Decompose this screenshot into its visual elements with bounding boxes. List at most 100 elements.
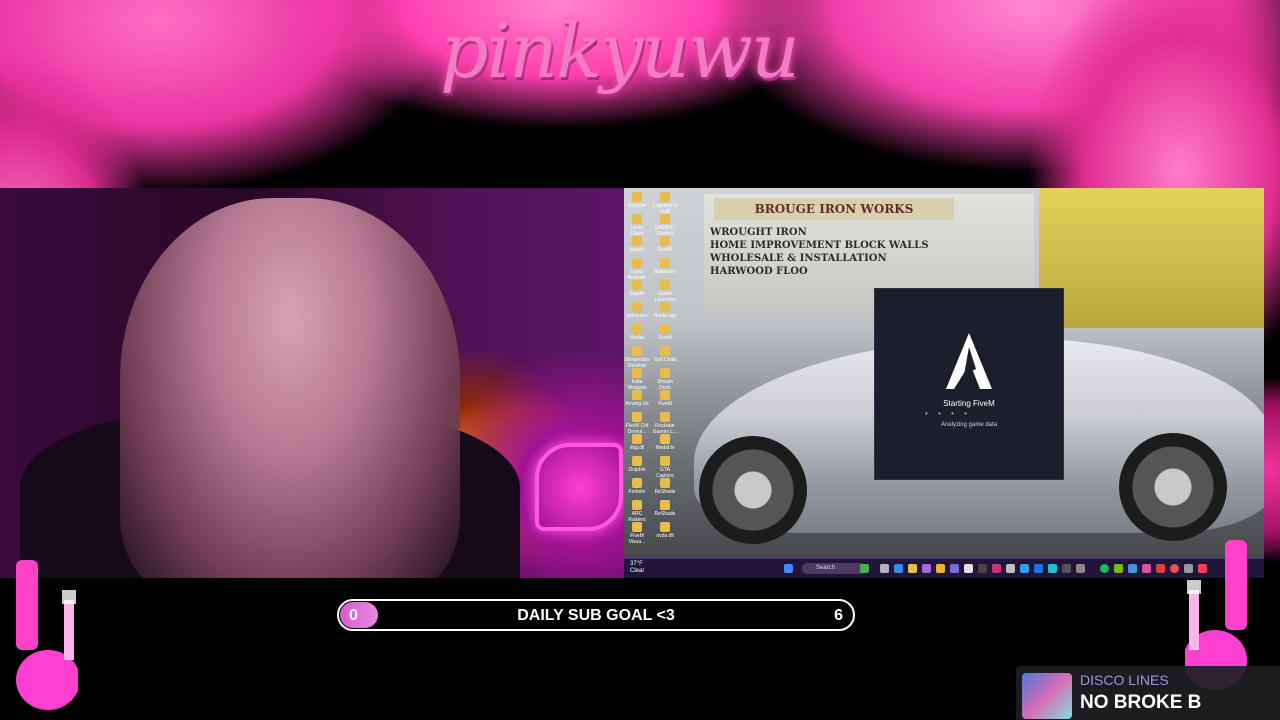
app-icon [660,434,670,444]
desktop-icon[interactable]: FiveM [652,236,678,253]
sub-goal-title: DAILY SUB GOAL <3 [517,607,675,624]
app-icon[interactable] [1048,564,1057,573]
desktop-icon[interactable]: Golf Chart [652,346,678,363]
desktop-icon-label: Medal.tv [655,445,675,451]
desktop-icon-label: FiveM Visua... [628,533,646,545]
fivem-logo-icon [946,333,992,389]
app-icon [660,500,670,510]
desktop-icon[interactable]: GTA Capture [652,456,678,479]
taskbar-search[interactable]: Search [802,563,866,574]
desktop-icon[interactable]: Spotify [624,236,650,253]
desktop-icon[interactable]: dsg.dll [624,434,650,451]
app-icon[interactable] [1156,564,1165,573]
desktop-icon[interactable]: ReShade [652,500,678,517]
desktop-icon[interactable]: FiveM Visua... [624,522,650,545]
app-icon[interactable] [1076,564,1085,573]
desktop-icon-label: Fortnite [628,489,646,495]
desktop-icon[interactable]: Stream Deck [652,368,678,391]
app-icon [660,456,670,466]
app-icon[interactable] [1062,564,1071,573]
desktop-icon[interactable]: Among Us [624,390,650,407]
chrome-icon[interactable] [936,564,945,573]
desktop-icon[interactable]: pinkyuwu [624,302,650,319]
start-icon[interactable] [784,564,793,573]
desktop-icon-label: Spotify [629,247,645,253]
desktop-icon[interactable]: Lunar Client [624,214,650,237]
desktop-icon[interactable]: Lunar Browser [624,258,650,281]
folder-icon[interactable] [908,564,917,573]
desktop-icon-label: ReShade [654,489,676,495]
fivem-launcher-dialog: Starting FiveM • • • • Analyzing game da… [874,288,1064,480]
desktop-icon-label: Golf Chart [653,357,677,363]
app-icon [632,346,642,356]
desktop-icon[interactable]: Game Launcher [652,280,678,303]
desktop-icon-label: Medal [630,335,644,341]
app-icon [632,434,642,444]
discord-icon[interactable] [950,564,959,573]
desktop-icon[interactable]: ARC Raiders [624,500,650,523]
obs-icon[interactable] [1170,564,1179,573]
dialog-title: Starting FiveM [943,399,995,408]
app-icon [660,478,670,488]
app-icon[interactable] [1142,564,1151,573]
app-icon[interactable] [978,564,987,573]
car-rear-wheel [1119,433,1227,541]
app-icon[interactable] [1034,564,1043,573]
steam-icon[interactable] [1020,564,1029,573]
desktop-icon[interactable]: Streamlabs Desktop [624,346,650,369]
desktop-icon-label: FiveM [658,335,672,341]
nvidia-icon[interactable] [1114,564,1123,573]
desktop-icon[interactable]: FiveM [652,390,678,407]
desktop-icon[interactable]: Insta Wrapper [624,368,650,391]
desktop-icon[interactable]: ReShade [652,478,678,495]
car-front-wheel [699,436,807,544]
app-icon [660,192,670,202]
app-icon [632,192,642,202]
app-icon [660,522,670,532]
task-view-icon[interactable] [880,564,889,573]
app-icon [660,258,670,268]
sub-goal-target: 6 [834,607,843,624]
app-icon [632,522,642,532]
desktop-icon-label: FiveM [658,401,672,407]
desktop-icon[interactable]: GAMEST Control [652,214,678,237]
desktop-icon[interactable]: Elgato [624,280,650,297]
desktop-icon[interactable]: FiveM [652,324,678,341]
app-icon [632,456,642,466]
spotify-icon[interactable] [1100,564,1109,573]
weather-widget[interactable]: 37°F Clear [630,561,644,575]
app-icon [660,368,670,378]
app-icon[interactable] [992,564,1001,573]
desktop-icon[interactable]: Fortnite [624,478,650,495]
app-icon[interactable] [1128,564,1137,573]
edge-icon[interactable] [894,564,903,573]
desktop-icon[interactable]: Rockstar Games L... [652,412,678,435]
desktop-icon[interactable]: nvda.dll [652,522,678,539]
desktop-icon[interactable]: Medal [624,324,650,341]
app-icon[interactable] [922,564,931,573]
desktop-icon[interactable]: Dolphin [624,456,650,473]
neon-sign [535,443,623,531]
streamer-hair [120,198,460,578]
desktop-icon-label: dsg.dll [629,445,645,451]
app-icon[interactable] [860,564,869,573]
desktop-icon[interactable]: Bitwarden [652,258,678,275]
desktop-icon-label: FiveM [658,247,672,253]
desktop-icon-label: ReShade [654,511,676,517]
desktop-icon[interactable]: FiveM Crit Demol... [624,412,650,435]
app-icon[interactable] [1006,564,1015,573]
desktop-icon[interactable]: Medal.tv [652,434,678,451]
app-icon [632,478,642,488]
desktop-icon[interactable]: Logitech G HUB [652,192,678,215]
app-icon [632,280,642,290]
app-icon[interactable] [964,564,973,573]
app-icon [660,280,670,290]
app-icon [660,236,670,246]
desktop-icon-label: RockLogo [653,313,677,319]
desktop-icon[interactable]: Recycle [624,192,650,209]
desktop-icon[interactable]: RockLogo [652,302,678,319]
app-icon [632,214,642,224]
app-icon [660,214,670,224]
app-icon [660,324,670,334]
app-icon [632,390,642,400]
